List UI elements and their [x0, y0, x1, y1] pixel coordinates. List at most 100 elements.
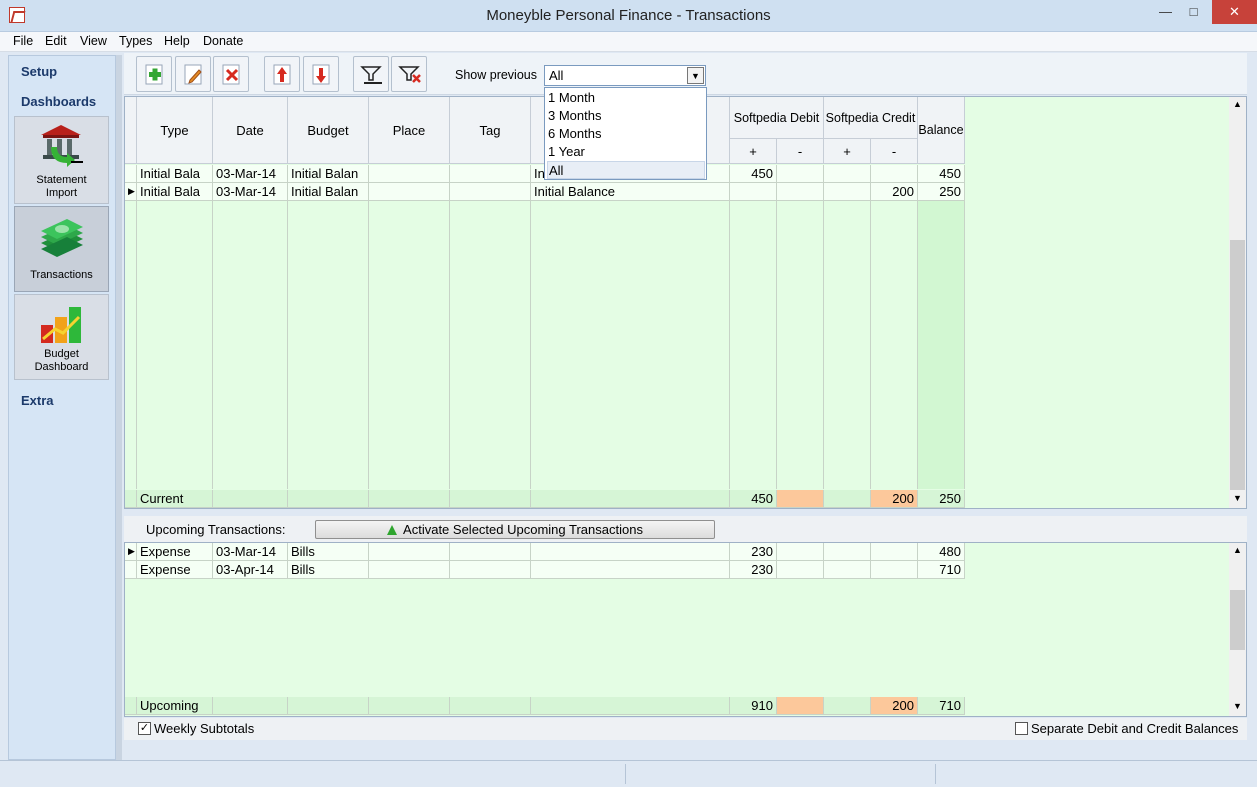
scroll-down-icon[interactable]: ▼: [1229, 701, 1246, 715]
cell-description[interactable]: [531, 543, 730, 561]
debit-plus-header[interactable]: +: [730, 139, 777, 164]
cell-debit-plus[interactable]: [730, 183, 777, 201]
nav-tile-transactions[interactable]: Transactions: [14, 206, 109, 292]
current-credit-minus: 200: [871, 490, 918, 508]
menu-file[interactable]: File: [13, 34, 33, 48]
cell-date[interactable]: 03-Mar-14: [213, 183, 288, 201]
move-down-button[interactable]: [303, 56, 339, 92]
upcoming-credit-plus: [824, 697, 871, 715]
scroll-up-icon[interactable]: ▲: [1229, 99, 1246, 113]
menu-donate[interactable]: Donate: [203, 34, 243, 48]
scrollbar-thumb[interactable]: [1230, 590, 1245, 650]
cell-debit-plus[interactable]: 230: [730, 543, 777, 561]
scrollbar-thumb[interactable]: [1230, 240, 1245, 490]
cell-description[interactable]: [531, 561, 730, 579]
edit-transaction-button[interactable]: [175, 56, 211, 92]
cell-type[interactable]: Initial Bala: [137, 183, 213, 201]
cell-credit-minus[interactable]: [871, 165, 918, 183]
cell-place[interactable]: [369, 183, 450, 201]
scroll-down-icon[interactable]: ▼: [1229, 493, 1246, 507]
cell-description[interactable]: Initial Balance: [531, 183, 730, 201]
activate-upcoming-label: Activate Selected Upcoming Transactions: [403, 522, 643, 537]
column-type[interactable]: Type: [137, 97, 213, 164]
cell-debit-minus[interactable]: [777, 543, 824, 561]
column-place[interactable]: Place: [369, 97, 450, 164]
cell-type[interactable]: Expense: [137, 561, 213, 579]
nav-dashboards[interactable]: Dashboards: [21, 94, 96, 109]
column-softpedia-debit[interactable]: Softpedia Debit: [730, 97, 824, 139]
cell-tag[interactable]: [450, 183, 531, 201]
cell-debit-plus[interactable]: 230: [730, 561, 777, 579]
chevron-down-icon[interactable]: ▼: [687, 67, 704, 84]
cell-debit-plus[interactable]: 450: [730, 165, 777, 183]
cell-tag[interactable]: [450, 165, 531, 183]
cell-budget[interactable]: Initial Balan: [288, 165, 369, 183]
cell-date[interactable]: 03-Apr-14: [213, 561, 288, 579]
nav-extra[interactable]: Extra: [21, 393, 54, 408]
option-all[interactable]: All: [547, 161, 705, 179]
column-date[interactable]: Date: [213, 97, 288, 164]
minimize-icon[interactable]: —: [1152, 0, 1179, 24]
nav-tile-statement-import[interactable]: Statement Import: [14, 116, 109, 204]
cell-tag[interactable]: [450, 561, 531, 579]
option-1-month[interactable]: 1 Month: [547, 89, 705, 107]
menu-types[interactable]: Types: [119, 34, 152, 48]
credit-plus-header[interactable]: +: [824, 139, 871, 164]
cell-budget[interactable]: Bills: [288, 543, 369, 561]
menu-view[interactable]: View: [80, 34, 107, 48]
cell-type[interactable]: Expense: [137, 543, 213, 561]
activate-upcoming-button[interactable]: Activate Selected Upcoming Transactions: [315, 520, 715, 539]
cell-credit-minus[interactable]: [871, 543, 918, 561]
menu-help[interactable]: Help: [164, 34, 190, 48]
nav-setup[interactable]: Setup: [21, 64, 57, 79]
maximize-icon[interactable]: □: [1180, 0, 1207, 24]
row-selector[interactable]: [125, 165, 137, 183]
cell-date[interactable]: 03-Mar-14: [213, 543, 288, 561]
column-budget[interactable]: Budget: [288, 97, 369, 164]
option-1-year[interactable]: 1 Year: [547, 143, 705, 161]
cell-place[interactable]: [369, 543, 450, 561]
separate-balances-checkbox[interactable]: [1015, 722, 1028, 735]
cell-credit-minus[interactable]: [871, 561, 918, 579]
column-balance[interactable]: Balance: [918, 97, 965, 164]
cell-credit-plus[interactable]: [824, 165, 871, 183]
column-softpedia-credit[interactable]: Softpedia Credit: [824, 97, 918, 139]
row-selector-header: [125, 97, 137, 164]
cell-budget[interactable]: Initial Balan: [288, 183, 369, 201]
cell-place[interactable]: [369, 165, 450, 183]
cell-budget[interactable]: Bills: [288, 561, 369, 579]
cell-debit-minus[interactable]: [777, 561, 824, 579]
nav-tile-budget-dashboard[interactable]: Budget Dashboard: [14, 294, 109, 380]
option-6-months[interactable]: 6 Months: [547, 125, 705, 143]
cell-type[interactable]: Initial Bala: [137, 165, 213, 183]
move-up-button[interactable]: [264, 56, 300, 92]
splitter[interactable]: [116, 55, 122, 760]
cell-debit-minus[interactable]: [777, 183, 824, 201]
cell-tag[interactable]: [450, 543, 531, 561]
cell-place[interactable]: [369, 561, 450, 579]
cell-credit-plus[interactable]: [824, 183, 871, 201]
option-3-months[interactable]: 3 Months: [547, 107, 705, 125]
cell-credit-plus[interactable]: [824, 561, 871, 579]
filter-button[interactable]: [353, 56, 389, 92]
scroll-up-icon[interactable]: ▲: [1229, 545, 1246, 559]
show-previous-dropdown[interactable]: All ▼: [544, 65, 706, 86]
current-debit-minus: [777, 490, 824, 508]
clear-filter-button[interactable]: [391, 56, 427, 92]
close-icon[interactable]: ✕: [1212, 0, 1257, 24]
cell-credit-plus[interactable]: [824, 543, 871, 561]
add-transaction-button[interactable]: [136, 56, 172, 92]
cell-date[interactable]: 03-Mar-14: [213, 165, 288, 183]
cell-debit-minus[interactable]: [777, 165, 824, 183]
column-tag[interactable]: Tag: [450, 97, 531, 164]
credit-minus-header[interactable]: -: [871, 139, 918, 164]
weekly-subtotals-checkbox[interactable]: ✓: [138, 722, 151, 735]
row-selector[interactable]: ▶: [125, 543, 137, 561]
delete-transaction-button[interactable]: [213, 56, 249, 92]
cell-credit-minus[interactable]: 200: [871, 183, 918, 201]
row-selector[interactable]: ▶: [125, 183, 137, 201]
debit-minus-header[interactable]: -: [777, 139, 824, 164]
window-title: Moneyble Personal Finance - Transactions: [486, 7, 771, 24]
menu-edit[interactable]: Edit: [45, 34, 67, 48]
row-selector[interactable]: [125, 561, 137, 579]
